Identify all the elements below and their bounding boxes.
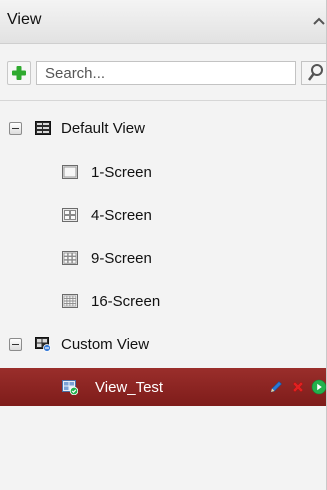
chevron-up-icon[interactable]	[313, 16, 325, 26]
view-tree: Default View 1-Screen 4-Screen 9-Screen …	[0, 102, 327, 490]
9-screen-layout-icon	[62, 251, 78, 265]
tree-item-label: 1-Screen	[91, 164, 152, 181]
tree-node-label: Default View	[61, 120, 145, 137]
tree-item-16-screen[interactable]: 16-Screen	[0, 284, 326, 318]
1-screen-layout-icon	[62, 165, 78, 179]
search-input[interactable]	[37, 62, 287, 84]
delete-icon[interactable]	[290, 379, 306, 395]
tree-node-default-view[interactable]: Default View	[0, 111, 326, 145]
edit-icon[interactable]	[268, 379, 284, 395]
search-button[interactable]	[301, 61, 327, 85]
view-item-icon	[62, 380, 78, 395]
play-icon[interactable]	[311, 379, 327, 395]
plus-icon	[12, 66, 26, 80]
search-box	[36, 61, 296, 85]
panel-header: View	[0, 0, 327, 44]
custom-view-group-icon	[35, 337, 51, 352]
view-panel: View Search... Default View 1-Screen 4-S…	[0, 0, 327, 490]
toolbar	[0, 45, 327, 101]
tree-node-custom-view[interactable]: Custom View	[0, 327, 326, 361]
16-screen-layout-icon	[62, 294, 78, 308]
tree-item-9-screen[interactable]: 9-Screen	[0, 241, 326, 275]
4-screen-layout-icon	[62, 208, 78, 222]
view-group-icon	[35, 121, 51, 135]
panel-title: View	[7, 11, 42, 28]
tree-item-label: View_Test	[95, 379, 164, 396]
collapse-toggle-default-view[interactable]	[9, 122, 22, 135]
tree-item-label: 16-Screen	[91, 293, 161, 310]
search-icon	[308, 64, 323, 81]
tree-item-view-test[interactable]: View_Test	[0, 368, 327, 406]
tree-item-1-screen[interactable]: 1-Screen	[0, 155, 326, 189]
collapse-toggle-custom-view[interactable]	[9, 338, 22, 351]
tree-node-label: Custom View	[61, 336, 150, 353]
tree-item-label: 9-Screen	[91, 250, 152, 267]
tree-item-label: 4-Screen	[91, 207, 152, 224]
tree-item-4-screen[interactable]: 4-Screen	[0, 198, 326, 232]
add-view-button[interactable]	[7, 61, 31, 85]
